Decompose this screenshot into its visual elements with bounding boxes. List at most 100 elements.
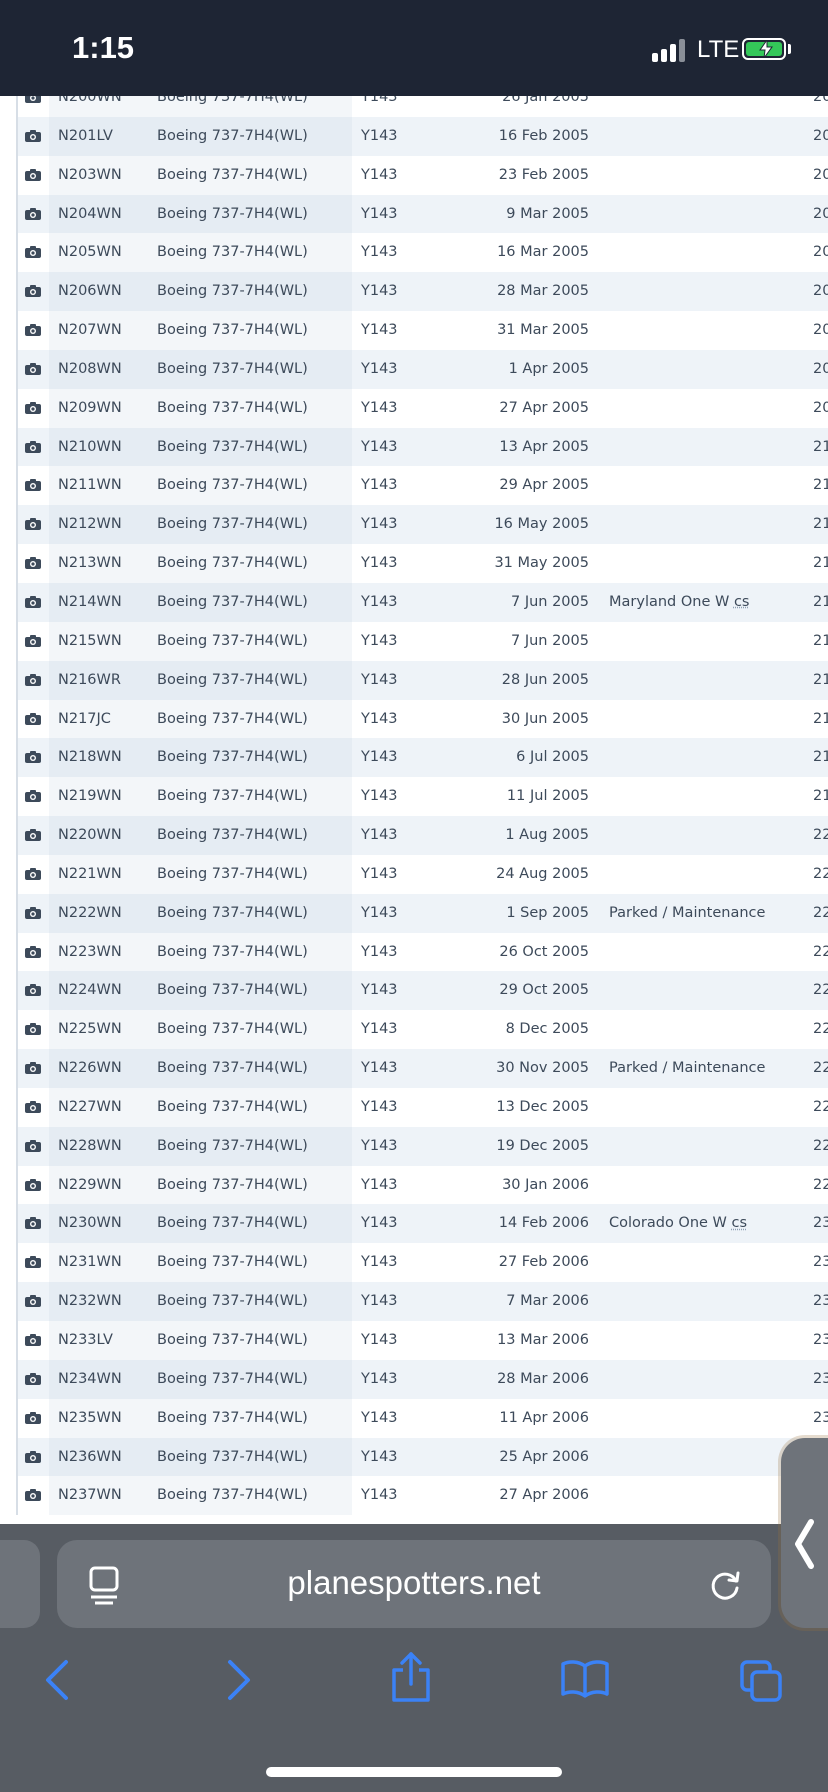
- registration-link[interactable]: N236WN: [58, 1449, 122, 1465]
- registration-link[interactable]: N227WN: [58, 1099, 122, 1115]
- table-row[interactable]: N205WN Boeing 737-7H4(WL) Y143 16 Mar 2005 …: [0, 233, 828, 272]
- registration-link[interactable]: N210WN: [58, 439, 122, 455]
- registration-link[interactable]: N233LV: [58, 1332, 113, 1348]
- table-row[interactable]: N211WN Boeing 737-7H4(WL) Y143 29 Apr 2005 …: [0, 466, 828, 505]
- camera-icon[interactable]: [25, 285, 41, 297]
- camera-icon[interactable]: [25, 518, 41, 530]
- table-row[interactable]: N218WN Boeing 737-7H4(WL) Y143 6 Jul 2005 2…: [0, 738, 828, 777]
- registration-link[interactable]: N214WN: [58, 594, 122, 610]
- table-row[interactable]: N230WN Boeing 737-7H4(WL) Y143 14 Feb 2006 C…: [0, 1204, 828, 1243]
- camera-icon[interactable]: [25, 1023, 41, 1035]
- camera-icon[interactable]: [25, 1373, 41, 1385]
- table-row[interactable]: N215WN Boeing 737-7H4(WL) Y143 7 Jun 2005 2…: [0, 622, 828, 661]
- table-row[interactable]: N225WN Boeing 737-7H4(WL) Y143 8 Dec 2005 2…: [0, 1010, 828, 1049]
- table-row[interactable]: N220WN Boeing 737-7H4(WL) Y143 1 Aug 2005 2…: [0, 816, 828, 855]
- registration-link[interactable]: N237WN: [58, 1487, 122, 1503]
- registration-link[interactable]: N213WN: [58, 555, 122, 571]
- table-row[interactable]: N235WN Boeing 737-7H4(WL) Y143 11 Apr 2006 …: [0, 1399, 828, 1438]
- camera-icon[interactable]: [25, 169, 41, 181]
- registration-link[interactable]: N217JC: [58, 711, 111, 727]
- registration-link[interactable]: N230WN: [58, 1215, 122, 1231]
- camera-icon[interactable]: [25, 1489, 41, 1501]
- registration-link[interactable]: N209WN: [58, 400, 122, 416]
- table-row[interactable]: N206WN Boeing 737-7H4(WL) Y143 28 Mar 2005 …: [0, 272, 828, 311]
- table-row[interactable]: N226WN Boeing 737-7H4(WL) Y143 30 Nov 2005 P…: [0, 1049, 828, 1088]
- registration-link[interactable]: N211WN: [58, 477, 122, 493]
- registration-link[interactable]: N232WN: [58, 1293, 122, 1309]
- camera-icon[interactable]: [25, 1412, 41, 1424]
- registration-link[interactable]: N228WN: [58, 1138, 122, 1154]
- previous-tab-preview[interactable]: [0, 1540, 40, 1628]
- camera-icon[interactable]: [25, 907, 41, 919]
- table-row[interactable]: N204WN Boeing 737-7H4(WL) Y143 9 Mar 2005 2…: [0, 195, 828, 234]
- reload-icon[interactable]: [709, 1568, 743, 1602]
- camera-icon[interactable]: [25, 1295, 41, 1307]
- table-row[interactable]: N213WN Boeing 737-7H4(WL) Y143 31 May 2005 …: [0, 544, 828, 583]
- camera-icon[interactable]: [25, 441, 41, 453]
- camera-icon[interactable]: [25, 829, 41, 841]
- camera-icon[interactable]: [25, 790, 41, 802]
- registration-link[interactable]: N231WN: [58, 1254, 122, 1270]
- camera-icon[interactable]: [25, 984, 41, 996]
- registration-link[interactable]: N224WN: [58, 982, 122, 998]
- table-row[interactable]: N210WN Boeing 737-7H4(WL) Y143 13 Apr 2005 …: [0, 428, 828, 467]
- registration-link[interactable]: N234WN: [58, 1371, 122, 1387]
- camera-icon[interactable]: [25, 635, 41, 647]
- camera-icon[interactable]: [25, 1062, 41, 1074]
- table-row[interactable]: N222WN Boeing 737-7H4(WL) Y143 1 Sep 2005 Pa…: [0, 894, 828, 933]
- registration-link[interactable]: N235WN: [58, 1410, 122, 1426]
- table-row[interactable]: N224WN Boeing 737-7H4(WL) Y143 29 Oct 2005 …: [0, 971, 828, 1010]
- table-row[interactable]: N216WR Boeing 737-7H4(WL) Y143 28 Jun 2005 …: [0, 661, 828, 700]
- table-row[interactable]: N200WN Boeing 737-7H4(WL) Y143 26 Jan 2005 …: [0, 96, 828, 117]
- camera-icon[interactable]: [25, 1217, 41, 1229]
- table-row[interactable]: N232WN Boeing 737-7H4(WL) Y143 7 Mar 2006 2…: [0, 1282, 828, 1321]
- camera-icon[interactable]: [25, 324, 41, 336]
- camera-icon[interactable]: [25, 246, 41, 258]
- table-row[interactable]: N208WN Boeing 737-7H4(WL) Y143 1 Apr 2005 2…: [0, 350, 828, 389]
- camera-icon[interactable]: [25, 96, 41, 103]
- camera-icon[interactable]: [25, 557, 41, 569]
- forward-icon[interactable]: [220, 1658, 254, 1702]
- camera-icon[interactable]: [25, 402, 41, 414]
- table-row[interactable]: N212WN Boeing 737-7H4(WL) Y143 16 May 2005 …: [0, 505, 828, 544]
- registration-link[interactable]: N205WN: [58, 244, 122, 260]
- camera-icon[interactable]: [25, 946, 41, 958]
- table-row[interactable]: N227WN Boeing 737-7H4(WL) Y143 13 Dec 2005 …: [0, 1088, 828, 1127]
- camera-icon[interactable]: [25, 363, 41, 375]
- address-bar[interactable]: planespotters.net: [57, 1540, 771, 1628]
- tabs-icon[interactable]: [738, 1658, 784, 1704]
- table-row[interactable]: N228WN Boeing 737-7H4(WL) Y143 19 Dec 2005 …: [0, 1127, 828, 1166]
- next-tab-preview[interactable]: [781, 1438, 828, 1628]
- table-row[interactable]: N233LV Boeing 737-7H4(WL) Y143 13 Mar 2006 …: [0, 1321, 828, 1360]
- share-icon[interactable]: [388, 1650, 434, 1704]
- registration-link[interactable]: N203WN: [58, 167, 122, 183]
- table-row[interactable]: N234WN Boeing 737-7H4(WL) Y143 28 Mar 2006 …: [0, 1360, 828, 1399]
- registration-link[interactable]: N218WN: [58, 749, 122, 765]
- table-row[interactable]: N209WN Boeing 737-7H4(WL) Y143 27 Apr 2005 …: [0, 389, 828, 428]
- registration-link[interactable]: N225WN: [58, 1021, 122, 1037]
- table-row[interactable]: N217JC Boeing 737-7H4(WL) Y143 30 Jun 2005 …: [0, 700, 828, 739]
- table-row[interactable]: N207WN Boeing 737-7H4(WL) Y143 31 Mar 2005 …: [0, 311, 828, 350]
- table-row[interactable]: N214WN Boeing 737-7H4(WL) Y143 7 Jun 2005 Ma…: [0, 583, 828, 622]
- registration-link[interactable]: N207WN: [58, 322, 122, 338]
- camera-icon[interactable]: [25, 1179, 41, 1191]
- camera-icon[interactable]: [25, 208, 41, 220]
- camera-icon[interactable]: [25, 1101, 41, 1113]
- registration-link[interactable]: N204WN: [58, 206, 122, 222]
- camera-icon[interactable]: [25, 713, 41, 725]
- table-row[interactable]: N221WN Boeing 737-7H4(WL) Y143 24 Aug 2005 …: [0, 855, 828, 894]
- registration-link[interactable]: N208WN: [58, 361, 122, 377]
- camera-icon[interactable]: [25, 130, 41, 142]
- registration-link[interactable]: N215WN: [58, 633, 122, 649]
- registration-link[interactable]: N201LV: [58, 128, 113, 144]
- registration-link[interactable]: N219WN: [58, 788, 122, 804]
- table-row[interactable]: N201LV Boeing 737-7H4(WL) Y143 16 Feb 2005 …: [0, 117, 828, 156]
- camera-icon[interactable]: [25, 868, 41, 880]
- camera-icon[interactable]: [25, 1140, 41, 1152]
- camera-icon[interactable]: [25, 1256, 41, 1268]
- registration-link[interactable]: N216WR: [58, 672, 121, 688]
- table-row[interactable]: N229WN Boeing 737-7H4(WL) Y143 30 Jan 2006 …: [0, 1166, 828, 1205]
- camera-icon[interactable]: [25, 479, 41, 491]
- back-icon[interactable]: [42, 1658, 76, 1702]
- registration-link[interactable]: N200WN: [58, 96, 122, 105]
